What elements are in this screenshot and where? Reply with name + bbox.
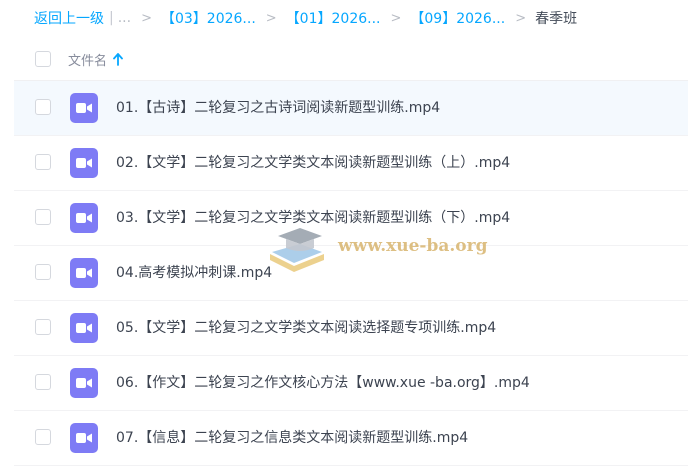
file-row[interactable]: 02.【文学】二轮复习之文学类文本阅读新题型训练（上）.mp4: [14, 136, 688, 191]
file-row[interactable]: 04.高考模拟冲刺课.mp4: [14, 246, 688, 301]
breadcrumb: 返回上一级 | ... > 【03】2026... > 【01】2026... …: [34, 0, 688, 36]
file-row[interactable]: 05.【文学】二轮复习之文学类文本阅读选择题专项训练.mp4: [14, 301, 688, 356]
row-checkbox[interactable]: [35, 99, 51, 115]
video-file-icon: [70, 368, 98, 398]
file-list: 01.【古诗】二轮复习之古诗词阅读新题型训练.mp4 02.【文学】二轮复习之文…: [14, 81, 688, 466]
video-file-icon: [70, 423, 98, 453]
file-row[interactable]: 06.【作文】二轮复习之作文核心方法【www.xue -ba.org】.mp4: [14, 356, 688, 411]
back-button[interactable]: 返回上一级: [34, 8, 104, 28]
breadcrumb-separator: >: [515, 10, 527, 26]
file-name[interactable]: 07.【信息】二轮复习之信息类文本阅读新题型训练.mp4: [116, 411, 468, 466]
file-name[interactable]: 06.【作文】二轮复习之作文核心方法【www.xue -ba.org】.mp4: [116, 356, 530, 411]
breadcrumb-item[interactable]: 【03】2026...: [161, 8, 256, 28]
file-row[interactable]: 01.【古诗】二轮复习之古诗词阅读新题型训练.mp4: [14, 81, 688, 136]
row-checkbox[interactable]: [35, 264, 51, 280]
arrow-up-icon[interactable]: [113, 53, 123, 66]
video-file-icon: [70, 93, 98, 123]
breadcrumb-separator: >: [390, 10, 402, 26]
name-column-label: 文件名: [68, 54, 108, 69]
breadcrumb-current: 春季班: [535, 11, 578, 27]
row-checkbox[interactable]: [35, 209, 51, 225]
breadcrumb-separator: >: [141, 10, 152, 26]
file-name[interactable]: 01.【古诗】二轮复习之古诗词阅读新题型训练.mp4: [116, 81, 440, 136]
breadcrumb-item[interactable]: 【01】2026...: [286, 8, 381, 28]
breadcrumb-separator: >: [265, 10, 277, 26]
video-file-icon: [70, 313, 98, 343]
row-checkbox[interactable]: [35, 429, 51, 445]
file-name[interactable]: 02.【文学】二轮复习之文学类文本阅读新题型训练（上）.mp4: [116, 136, 510, 191]
file-list-header: 文件名: [14, 38, 688, 81]
file-name[interactable]: 04.高考模拟冲刺课.mp4: [116, 246, 272, 301]
video-file-icon: [70, 148, 98, 178]
file-row[interactable]: 07.【信息】二轮复习之信息类文本阅读新题型训练.mp4: [14, 411, 688, 466]
file-name[interactable]: 05.【文学】二轮复习之文学类文本阅读选择题专项训练.mp4: [116, 301, 496, 356]
breadcrumb-divider: |: [109, 10, 114, 26]
breadcrumb-ellipsis[interactable]: ...: [118, 10, 131, 26]
row-checkbox[interactable]: [35, 374, 51, 390]
row-checkbox[interactable]: [35, 154, 51, 170]
breadcrumb-item[interactable]: 【09】2026...: [410, 8, 505, 28]
name-column-header[interactable]: 文件名: [68, 50, 123, 69]
file-row[interactable]: 03.【文学】二轮复习之文学类文本阅读新题型训练（下）.mp4: [14, 191, 688, 246]
video-file-icon: [70, 258, 98, 288]
row-checkbox[interactable]: [35, 319, 51, 335]
select-all-checkbox[interactable]: [35, 51, 51, 67]
file-name[interactable]: 03.【文学】二轮复习之文学类文本阅读新题型训练（下）.mp4: [116, 191, 510, 246]
video-file-icon: [70, 203, 98, 233]
